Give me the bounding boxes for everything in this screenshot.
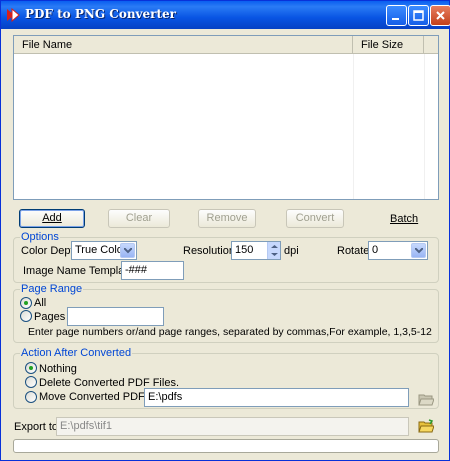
resolution-value: 150 xyxy=(235,244,254,256)
close-icon xyxy=(436,11,445,20)
pages-label[interactable]: Pages xyxy=(34,311,65,323)
grid-line xyxy=(353,54,354,199)
resolution-unit: dpi xyxy=(284,245,299,257)
app-logo-icon xyxy=(7,7,20,23)
name-template-label: Image Name Template xyxy=(23,265,134,277)
close-button[interactable] xyxy=(430,5,450,26)
add-button-label: Add xyxy=(42,212,62,224)
chevron-down-icon[interactable] xyxy=(411,243,426,258)
export-path-input[interactable]: E:\pdfs\tif1 xyxy=(56,417,409,436)
clear-button[interactable]: Clear xyxy=(108,209,170,228)
rotate-select[interactable]: 0 xyxy=(368,241,428,260)
export-label: Export to xyxy=(14,421,59,433)
color-depth-select[interactable]: True Colors xyxy=(71,241,137,260)
title-bar[interactable]: PDF to PNG Converter xyxy=(1,1,450,29)
page-range-hint: Enter page numbers or/and page ranges, s… xyxy=(28,326,432,338)
column-header-filler xyxy=(424,36,438,54)
all-pages-label[interactable]: All xyxy=(34,297,46,309)
maximize-button[interactable] xyxy=(408,5,429,26)
batch-button-label: Batch xyxy=(390,213,419,225)
maximize-icon xyxy=(413,10,424,21)
options-group-title: Options xyxy=(20,231,60,243)
column-header-file-size[interactable]: File Size xyxy=(353,36,424,54)
move-converted-label[interactable]: Move Converted PDF to xyxy=(39,391,157,403)
minimize-icon xyxy=(392,18,399,20)
convert-button[interactable]: Convert xyxy=(286,209,344,228)
add-button[interactable]: Add xyxy=(19,209,85,228)
batch-button[interactable]: Batch xyxy=(390,213,418,225)
conversion-progress-bar xyxy=(13,439,439,453)
export-path-value: E:\pdfs\tif1 xyxy=(60,420,112,432)
move-path-value: E:\pdfs xyxy=(148,391,183,403)
minimize-button[interactable] xyxy=(386,5,407,26)
spinner-arrows-icon xyxy=(271,245,278,256)
export-folder-icon[interactable] xyxy=(418,419,434,433)
nothing-radio[interactable] xyxy=(25,362,37,374)
column-header-file-name[interactable]: File Name xyxy=(14,36,353,54)
move-path-input[interactable]: E:\pdfs xyxy=(144,388,409,407)
app-window: PDF to PNG Converter File Name File Size… xyxy=(0,0,450,461)
window-title: PDF to PNG Converter xyxy=(25,7,176,21)
all-pages-radio[interactable] xyxy=(20,297,32,309)
name-template-input[interactable]: -### xyxy=(121,261,184,280)
grid-line xyxy=(424,54,425,199)
rotate-value: 0 xyxy=(372,244,379,256)
delete-converted-radio[interactable] xyxy=(25,376,37,388)
pages-input[interactable] xyxy=(67,307,164,326)
nothing-label[interactable]: Nothing xyxy=(39,363,77,375)
resolution-input[interactable]: 150 xyxy=(231,241,281,260)
resolution-label: Resolution xyxy=(183,245,235,257)
name-template-value: -### xyxy=(125,264,148,276)
file-list[interactable]: File Name File Size xyxy=(13,35,439,200)
rotate-label: Rotate xyxy=(337,245,370,257)
chevron-down-icon[interactable] xyxy=(120,243,135,258)
remove-button[interactable]: Remove xyxy=(198,209,256,228)
move-converted-radio[interactable] xyxy=(25,391,37,403)
browse-folder-icon[interactable] xyxy=(418,392,434,406)
page-range-group-title: Page Range xyxy=(20,283,84,295)
resolution-spinner[interactable] xyxy=(267,242,280,259)
after-converted-group-title: Action After Converted xyxy=(20,347,133,359)
pages-radio[interactable] xyxy=(20,310,32,322)
